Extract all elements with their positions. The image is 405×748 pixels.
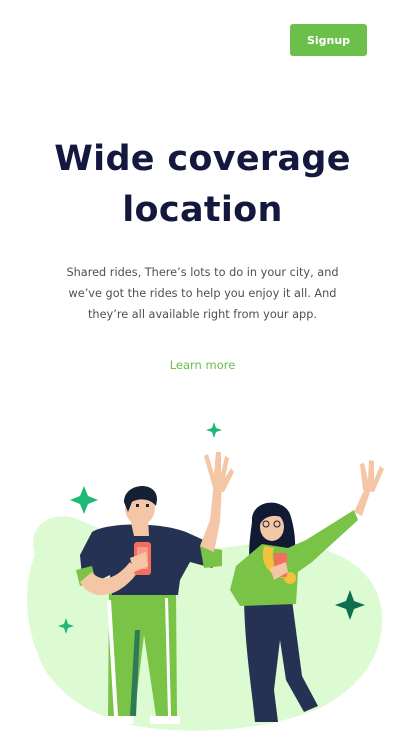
page-title-line-2: location — [122, 190, 283, 230]
hero-description: Shared rides, There’s lots to do in your… — [40, 262, 365, 325]
learn-more-link[interactable]: Learn more — [0, 358, 405, 372]
description-line-1: Shared rides, There’s lots to do in your… — [66, 266, 339, 279]
page-title: Wide coverage location — [0, 134, 405, 236]
description-line-2: we’ve got the rides to help you enjoy it… — [68, 287, 337, 300]
two-people-waving-illustration — [27, 422, 384, 731]
page-title-line-1: Wide coverage — [54, 139, 351, 179]
sparkle-icon — [70, 486, 98, 514]
sparkle-icon — [206, 422, 222, 438]
signup-button[interactable]: Signup — [290, 24, 367, 56]
description-line-3: they’re all available right from your ap… — [88, 308, 317, 321]
